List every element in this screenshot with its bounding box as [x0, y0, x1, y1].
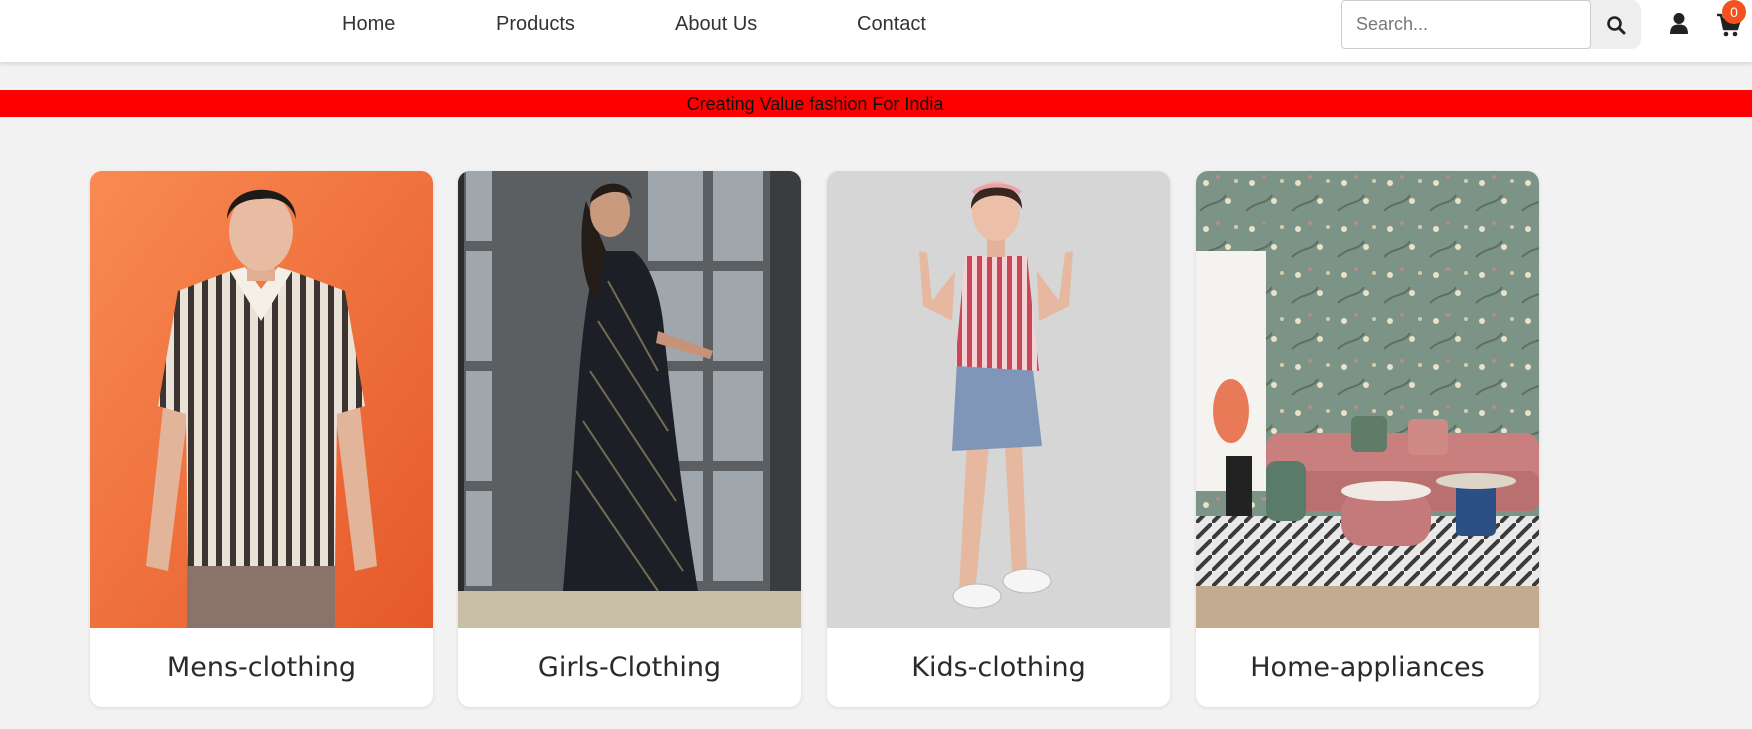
top-navbar: Home Products About Us Contact 0 [0, 0, 1752, 62]
category-image-girls-clothing [458, 171, 801, 628]
category-label: Girls-Clothing [537, 652, 722, 683]
nav-link-about-us[interactable]: About Us [675, 13, 757, 36]
nav-link-contact[interactable]: Contact [857, 13, 926, 36]
category-card-kids-clothing[interactable]: Kids-clothing [827, 171, 1170, 707]
announcement-banner: Creating Value fashion For India [0, 90, 1752, 117]
category-label: Home-appliances [1250, 652, 1485, 683]
search-button[interactable] [1591, 0, 1641, 49]
category-image-home-appliances [1196, 171, 1539, 628]
cart-count-badge: 0 [1722, 0, 1746, 24]
category-image-kids-clothing [827, 171, 1170, 628]
search-icon [1607, 15, 1626, 34]
category-label: Mens-clothing [166, 652, 357, 683]
category-card-mens-clothing[interactable]: Mens-clothing [90, 171, 433, 707]
nav-link-home[interactable]: Home [342, 13, 395, 36]
category-card-home-appliances[interactable]: Home-appliances [1196, 171, 1539, 707]
account-button[interactable] [1669, 12, 1689, 36]
search-bar [1341, 0, 1641, 49]
banner-text: Creating Value fashion For India [686, 94, 944, 114]
category-card-girls-clothing[interactable]: Girls-Clothing [458, 171, 801, 707]
nav-link-products[interactable]: Products [496, 13, 575, 36]
category-label: Kids-clothing [911, 652, 1086, 683]
category-image-mens-clothing [90, 171, 433, 628]
user-icon [1670, 13, 1688, 34]
search-input[interactable] [1341, 0, 1591, 49]
